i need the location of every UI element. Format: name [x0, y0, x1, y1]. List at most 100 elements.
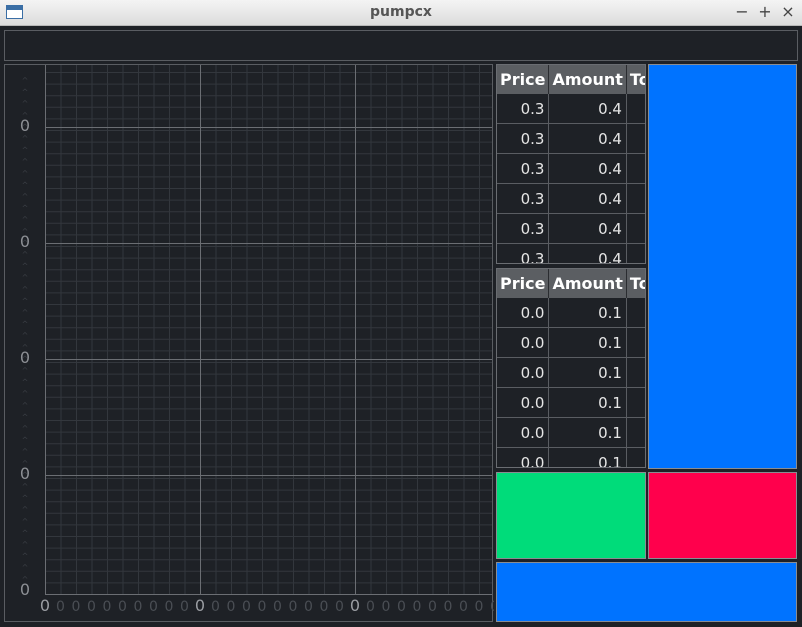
y-minor-tick-mark: ^	[22, 563, 29, 572]
asks-cell-price: 0.3	[497, 94, 550, 124]
asks-cell-total	[626, 213, 645, 244]
bids-header-price[interactable]: Price	[497, 269, 550, 298]
bids-row[interactable]: 0.0 0.1	[497, 327, 645, 358]
y-minor-tick-mark: ^	[22, 447, 29, 456]
bids-cell-price: 0.0	[497, 327, 550, 358]
asks-header-price[interactable]: Price	[497, 65, 550, 94]
bids-cell-price: 0.0	[497, 357, 550, 388]
y-minor-tick-mark: ^	[22, 354, 29, 363]
asks-cell-price: 0.3	[497, 123, 550, 154]
y-minor-tick-mark: ^	[22, 215, 29, 224]
y-minor-tick-mark: ^	[22, 412, 29, 421]
bids-cell-total	[626, 298, 645, 328]
asks-row[interactable]: 0.3 0.4	[497, 183, 645, 214]
bids-header-amount[interactable]: Amount	[548, 269, 627, 298]
bids-row[interactable]: 0.0 0.1	[497, 447, 645, 467]
bids-row[interactable]: 0.0 0.1	[497, 387, 645, 418]
asks-row[interactable]: 0.3 0.4	[497, 153, 645, 184]
y-minor-tick-mark: ^	[22, 366, 29, 375]
asks-cell-amount: 0.4	[548, 243, 627, 263]
bids-table[interactable]: Price Amount Total 0.00.10.00.10.00.10.0…	[496, 268, 646, 468]
y-minor-tick-mark: ^	[22, 146, 29, 155]
x-tick-label: 0	[413, 599, 422, 615]
x-tick-label: 0	[335, 599, 344, 615]
y-minor-tick-mark: ^	[22, 378, 29, 387]
y-minor-tick-mark: ^	[22, 296, 29, 305]
y-minor-tick-mark: ^	[22, 505, 29, 514]
asks-cell-total	[626, 94, 645, 124]
x-tick-label: 0	[134, 599, 143, 615]
x-tick-label: 0	[258, 599, 267, 615]
right-info-panel[interactable]	[648, 64, 797, 469]
x-tick-label: 0	[459, 599, 468, 615]
bottom-action-panel[interactable]	[496, 562, 797, 622]
y-minor-tick-mark: ^	[22, 192, 29, 201]
x-tick-label: 0	[242, 599, 251, 615]
bids-row[interactable]: 0.0 0.1	[497, 298, 645, 328]
x-tick-label: 0	[366, 599, 375, 615]
bids-cell-total	[626, 417, 645, 448]
bids-cell-total	[626, 447, 645, 467]
maximize-button[interactable]: +	[756, 2, 774, 22]
asks-row[interactable]: 0.3 0.4	[497, 243, 645, 263]
y-minor-tick-mark: ^	[22, 180, 29, 189]
minimize-button[interactable]: −	[733, 2, 751, 22]
y-minor-tick-mark: ^	[22, 76, 29, 85]
asks-cell-price: 0.3	[497, 183, 550, 214]
bids-cell-amount: 0.1	[548, 327, 627, 358]
y-minor-tick-mark: ^	[22, 401, 29, 410]
asks-row[interactable]: 0.3 0.4	[497, 94, 645, 124]
y-minor-tick-mark: ^	[22, 424, 29, 433]
y-minor-tick-mark: ^	[22, 389, 29, 398]
close-button[interactable]: ×	[779, 2, 797, 22]
x-tick-label: 0	[87, 599, 96, 615]
asks-cell-price: 0.3	[497, 243, 550, 263]
bids-cell-total	[626, 387, 645, 418]
y-minor-tick-mark: ^	[22, 575, 29, 584]
y-minor-tick-mark: ^	[22, 204, 29, 213]
x-tick-label: 0	[490, 599, 494, 615]
y-minor-tick-mark: ^	[22, 122, 29, 131]
x-tick-label: 0	[211, 599, 220, 615]
bids-cell-total	[626, 327, 645, 358]
x-tick-label: 0	[40, 596, 50, 615]
command-input[interactable]	[4, 30, 798, 61]
asks-header-amount[interactable]: Amount	[548, 65, 627, 94]
price-chart[interactable]: 0 0 0 0 0 ^ ^ ^ ^ ^ ^ ^ ^ ^ ^ ^ ^ ^ ^ ^ ^ ^ ^ ^ ^ ^ ^ ^ ^ ^ ^ ^ ^ ^ ^ ^ ^ ^ ^ ^…	[4, 64, 494, 622]
y-minor-tick-mark: ^	[22, 285, 29, 294]
y-minor-tick-mark: ^	[22, 459, 29, 468]
bids-cell-amount: 0.1	[548, 387, 627, 418]
bids-row[interactable]: 0.0 0.1	[497, 417, 645, 448]
y-minor-tick-mark: ^	[22, 343, 29, 352]
asks-row[interactable]: 0.3 0.4	[497, 123, 645, 154]
y-minor-tick-mark: ^	[22, 250, 29, 259]
asks-table[interactable]: Price Amount Total 0.30.40.30.40.30.40.3…	[496, 64, 646, 264]
x-tick-label: 0	[227, 599, 236, 615]
asks-cell-total	[626, 183, 645, 214]
asks-cell-amount: 0.4	[548, 183, 627, 214]
bids-cell-amount: 0.1	[548, 447, 627, 467]
asks-cell-price: 0.3	[497, 213, 550, 244]
title-bar[interactable]: pumpcx − + ×	[0, 0, 802, 26]
plot-area	[45, 65, 492, 594]
bids-header-total[interactable]: Total	[626, 269, 645, 298]
y-minor-tick-mark: ^	[22, 517, 29, 526]
bids-row[interactable]: 0.0 0.1	[497, 357, 645, 388]
y-minor-tick-mark: ^	[22, 227, 29, 236]
bids-cell-amount: 0.1	[548, 357, 627, 388]
x-tick-label: 0	[56, 599, 65, 615]
sell-button[interactable]	[648, 472, 797, 559]
x-tick-label: 0	[320, 599, 329, 615]
y-minor-tick-mark: ^	[22, 552, 29, 561]
y-minor-tick-mark: ^	[22, 540, 29, 549]
bids-cell-amount: 0.1	[548, 298, 627, 328]
x-tick-label: 0	[195, 596, 205, 615]
y-minor-tick-mark: ^	[22, 494, 29, 503]
x-tick-label: 0	[72, 599, 81, 615]
y-minor-tick-mark: ^	[22, 436, 29, 445]
asks-header-total[interactable]: Total	[626, 65, 645, 94]
buy-button[interactable]	[496, 472, 646, 559]
x-tick-label: 0	[149, 599, 158, 615]
asks-row[interactable]: 0.3 0.4	[497, 213, 645, 244]
x-tick-label: 0	[118, 599, 127, 615]
